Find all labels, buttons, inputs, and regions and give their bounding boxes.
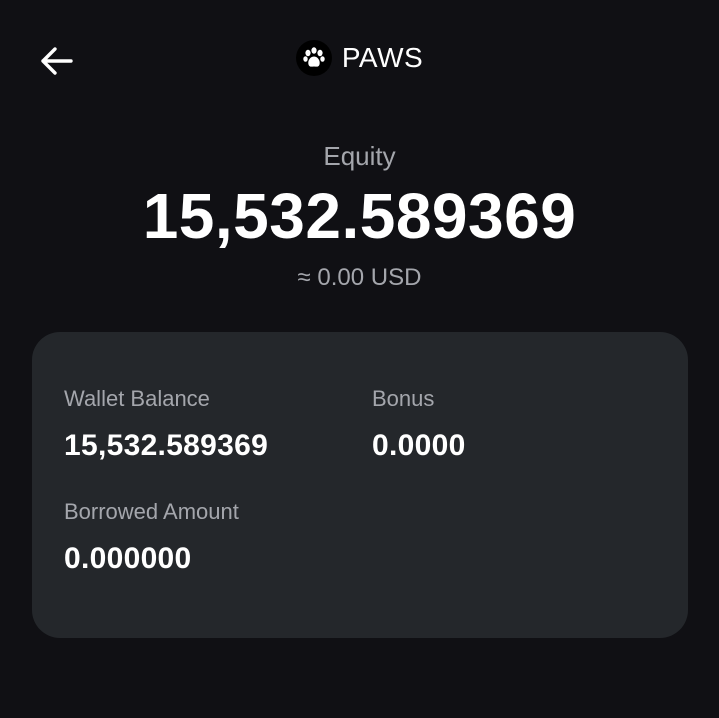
equity-summary: Equity 15,532.589369 ≈ 0.00 USD [0,138,719,296]
balance-details-card: Wallet Balance 15,532.589369 Bonus 0.000… [32,332,688,638]
coin-title: PAWS [0,40,719,76]
bonus-value: 0.0000 [372,429,466,462]
equity-label: Equity [323,141,396,171]
coin-name: PAWS [341,42,424,73]
borrowed-amount-field: Borrowed Amount 0.000000 [64,497,239,579]
wallet-balance-label: Wallet Balance [64,386,210,411]
wallet-balance-field: Wallet Balance 15,532.589369 [64,384,268,466]
equity-usd-value: ≈ 0.00 USD [297,264,422,291]
paw-print-icon [295,40,332,76]
header: PAWS [0,0,719,120]
asset-detail-page: PAWS Equity 15,532.589369 ≈ 0.00 USD Wal… [0,0,719,718]
bonus-label: Bonus [372,386,435,411]
bonus-field: Bonus 0.0000 [372,384,466,466]
wallet-balance-value: 15,532.589369 [64,429,269,462]
equity-value: 15,532.589369 [142,180,577,252]
borrowed-amount-value: 0.000000 [64,542,192,575]
borrowed-amount-label: Borrowed Amount [64,499,239,524]
